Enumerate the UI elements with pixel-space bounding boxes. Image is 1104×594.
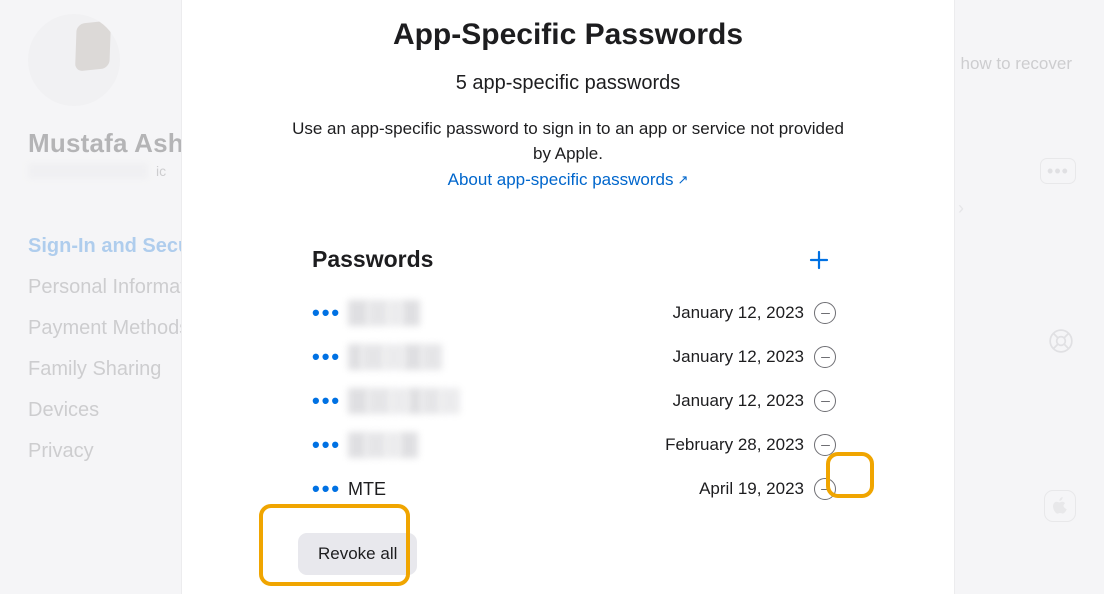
password-date: January 12, 2023: [673, 303, 804, 323]
redacted-password-label: [348, 300, 420, 326]
password-date: April 19, 2023: [699, 479, 804, 499]
password-row: •••January 12, 2023: [312, 291, 836, 335]
modal-subtitle: 5 app-specific passwords: [220, 72, 916, 95]
redacted-password-label: [348, 344, 442, 370]
about-link[interactable]: About app-specific passwords↗: [220, 170, 916, 190]
about-link-label: About app-specific passwords: [448, 170, 674, 189]
redacted-password-label: [348, 388, 460, 414]
remove-password-button[interactable]: [814, 346, 836, 368]
revoke-all-button[interactable]: Revoke all: [298, 533, 417, 575]
password-date: January 12, 2023: [673, 391, 804, 411]
modal-description: Use an app-specific password to sign in …: [288, 117, 848, 166]
external-link-icon: ↗: [677, 172, 688, 187]
password-row: •••MTEApril 19, 2023: [312, 467, 836, 511]
remove-password-button[interactable]: [814, 434, 836, 456]
password-row: •••January 12, 2023: [312, 335, 836, 379]
remove-password-button[interactable]: [814, 390, 836, 412]
app-specific-passwords-modal: App-Specific Passwords 5 app-specific pa…: [181, 0, 955, 594]
password-row: •••January 12, 2023: [312, 379, 836, 423]
password-label: MTE: [348, 479, 386, 500]
passwords-heading: Passwords: [312, 246, 433, 273]
remove-password-button[interactable]: [814, 302, 836, 324]
add-password-button[interactable]: [808, 249, 830, 271]
password-date: February 28, 2023: [665, 435, 804, 455]
remove-password-button[interactable]: [814, 478, 836, 500]
redacted-password-label: [348, 432, 418, 458]
password-date: January 12, 2023: [673, 347, 804, 367]
password-list: •••January 12, 2023•••January 12, 2023••…: [220, 291, 916, 511]
password-row: •••February 28, 2023: [312, 423, 836, 467]
modal-title: App-Specific Passwords: [220, 18, 916, 52]
